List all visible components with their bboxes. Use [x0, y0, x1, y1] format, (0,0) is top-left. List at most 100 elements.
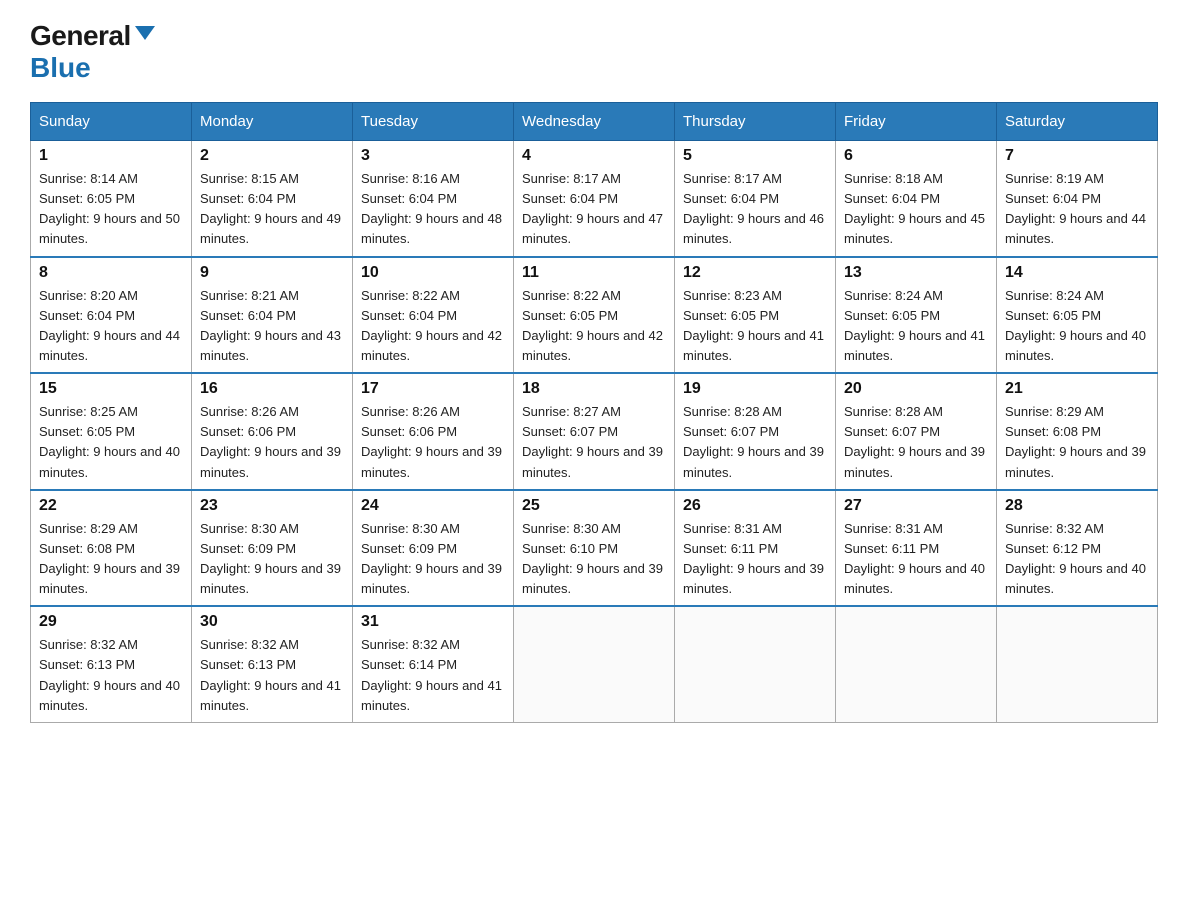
calendar-day-cell: 23 Sunrise: 8:30 AMSunset: 6:09 PMDaylig…: [192, 490, 353, 607]
calendar-day-cell: 22 Sunrise: 8:29 AMSunset: 6:08 PMDaylig…: [31, 490, 192, 607]
weekday-header-monday: Monday: [192, 103, 353, 141]
calendar-day-cell: [836, 606, 997, 722]
day-number: 8: [39, 264, 183, 282]
calendar-day-cell: 9 Sunrise: 8:21 AMSunset: 6:04 PMDayligh…: [192, 257, 353, 374]
calendar-week-row: 15 Sunrise: 8:25 AMSunset: 6:05 PMDaylig…: [31, 373, 1158, 490]
calendar-table: SundayMondayTuesdayWednesdayThursdayFrid…: [30, 102, 1158, 723]
day-info: Sunrise: 8:25 AMSunset: 6:05 PMDaylight:…: [39, 404, 180, 479]
day-number: 4: [522, 147, 666, 165]
weekday-header-saturday: Saturday: [997, 103, 1158, 141]
day-number: 5: [683, 147, 827, 165]
calendar-day-cell: 3 Sunrise: 8:16 AMSunset: 6:04 PMDayligh…: [353, 141, 514, 257]
weekday-header-sunday: Sunday: [31, 103, 192, 141]
day-info: Sunrise: 8:32 AMSunset: 6:12 PMDaylight:…: [1005, 521, 1146, 596]
calendar-day-cell: 27 Sunrise: 8:31 AMSunset: 6:11 PMDaylig…: [836, 490, 997, 607]
day-info: Sunrise: 8:22 AMSunset: 6:05 PMDaylight:…: [522, 288, 663, 363]
day-info: Sunrise: 8:32 AMSunset: 6:14 PMDaylight:…: [361, 637, 502, 712]
weekday-header-tuesday: Tuesday: [353, 103, 514, 141]
day-number: 25: [522, 497, 666, 515]
calendar-day-cell: 24 Sunrise: 8:30 AMSunset: 6:09 PMDaylig…: [353, 490, 514, 607]
day-info: Sunrise: 8:16 AMSunset: 6:04 PMDaylight:…: [361, 171, 502, 246]
calendar-day-cell: [514, 606, 675, 722]
day-number: 9: [200, 264, 344, 282]
day-number: 16: [200, 380, 344, 398]
day-info: Sunrise: 8:22 AMSunset: 6:04 PMDaylight:…: [361, 288, 502, 363]
calendar-day-cell: 4 Sunrise: 8:17 AMSunset: 6:04 PMDayligh…: [514, 141, 675, 257]
calendar-day-cell: 21 Sunrise: 8:29 AMSunset: 6:08 PMDaylig…: [997, 373, 1158, 490]
day-number: 11: [522, 264, 666, 282]
day-number: 26: [683, 497, 827, 515]
calendar-day-cell: 6 Sunrise: 8:18 AMSunset: 6:04 PMDayligh…: [836, 141, 997, 257]
logo-general-text: General: [30, 20, 131, 52]
weekday-header-wednesday: Wednesday: [514, 103, 675, 141]
calendar-day-cell: [997, 606, 1158, 722]
day-number: 20: [844, 380, 988, 398]
calendar-day-cell: 20 Sunrise: 8:28 AMSunset: 6:07 PMDaylig…: [836, 373, 997, 490]
day-info: Sunrise: 8:29 AMSunset: 6:08 PMDaylight:…: [1005, 404, 1146, 479]
day-info: Sunrise: 8:29 AMSunset: 6:08 PMDaylight:…: [39, 521, 180, 596]
day-info: Sunrise: 8:21 AMSunset: 6:04 PMDaylight:…: [200, 288, 341, 363]
weekday-header-friday: Friday: [836, 103, 997, 141]
calendar-day-cell: 1 Sunrise: 8:14 AMSunset: 6:05 PMDayligh…: [31, 141, 192, 257]
day-info: Sunrise: 8:18 AMSunset: 6:04 PMDaylight:…: [844, 171, 985, 246]
day-number: 18: [522, 380, 666, 398]
page-header: General Blue: [30, 20, 1158, 84]
calendar-day-cell: 10 Sunrise: 8:22 AMSunset: 6:04 PMDaylig…: [353, 257, 514, 374]
day-number: 17: [361, 380, 505, 398]
calendar-day-cell: 17 Sunrise: 8:26 AMSunset: 6:06 PMDaylig…: [353, 373, 514, 490]
day-number: 6: [844, 147, 988, 165]
day-number: 10: [361, 264, 505, 282]
calendar-day-cell: 19 Sunrise: 8:28 AMSunset: 6:07 PMDaylig…: [675, 373, 836, 490]
day-info: Sunrise: 8:14 AMSunset: 6:05 PMDaylight:…: [39, 171, 180, 246]
logo-triangle-icon: [135, 26, 155, 40]
day-number: 14: [1005, 264, 1149, 282]
calendar-day-cell: 16 Sunrise: 8:26 AMSunset: 6:06 PMDaylig…: [192, 373, 353, 490]
day-info: Sunrise: 8:15 AMSunset: 6:04 PMDaylight:…: [200, 171, 341, 246]
day-number: 12: [683, 264, 827, 282]
day-info: Sunrise: 8:31 AMSunset: 6:11 PMDaylight:…: [844, 521, 985, 596]
calendar-day-cell: 31 Sunrise: 8:32 AMSunset: 6:14 PMDaylig…: [353, 606, 514, 722]
day-number: 29: [39, 613, 183, 631]
calendar-day-cell: 2 Sunrise: 8:15 AMSunset: 6:04 PMDayligh…: [192, 141, 353, 257]
day-number: 24: [361, 497, 505, 515]
day-info: Sunrise: 8:24 AMSunset: 6:05 PMDaylight:…: [1005, 288, 1146, 363]
calendar-day-cell: [675, 606, 836, 722]
calendar-week-row: 1 Sunrise: 8:14 AMSunset: 6:05 PMDayligh…: [31, 141, 1158, 257]
day-info: Sunrise: 8:24 AMSunset: 6:05 PMDaylight:…: [844, 288, 985, 363]
calendar-day-cell: 25 Sunrise: 8:30 AMSunset: 6:10 PMDaylig…: [514, 490, 675, 607]
day-info: Sunrise: 8:28 AMSunset: 6:07 PMDaylight:…: [683, 404, 824, 479]
day-number: 19: [683, 380, 827, 398]
calendar-day-cell: 11 Sunrise: 8:22 AMSunset: 6:05 PMDaylig…: [514, 257, 675, 374]
day-number: 3: [361, 147, 505, 165]
day-info: Sunrise: 8:17 AMSunset: 6:04 PMDaylight:…: [522, 171, 663, 246]
day-number: 28: [1005, 497, 1149, 515]
day-info: Sunrise: 8:32 AMSunset: 6:13 PMDaylight:…: [39, 637, 180, 712]
day-info: Sunrise: 8:30 AMSunset: 6:10 PMDaylight:…: [522, 521, 663, 596]
weekday-header-row: SundayMondayTuesdayWednesdayThursdayFrid…: [31, 103, 1158, 141]
calendar-week-row: 8 Sunrise: 8:20 AMSunset: 6:04 PMDayligh…: [31, 257, 1158, 374]
day-info: Sunrise: 8:23 AMSunset: 6:05 PMDaylight:…: [683, 288, 824, 363]
day-info: Sunrise: 8:32 AMSunset: 6:13 PMDaylight:…: [200, 637, 341, 712]
calendar-day-cell: 8 Sunrise: 8:20 AMSunset: 6:04 PMDayligh…: [31, 257, 192, 374]
calendar-day-cell: 28 Sunrise: 8:32 AMSunset: 6:12 PMDaylig…: [997, 490, 1158, 607]
day-info: Sunrise: 8:26 AMSunset: 6:06 PMDaylight:…: [200, 404, 341, 479]
calendar-day-cell: 14 Sunrise: 8:24 AMSunset: 6:05 PMDaylig…: [997, 257, 1158, 374]
day-number: 27: [844, 497, 988, 515]
day-info: Sunrise: 8:30 AMSunset: 6:09 PMDaylight:…: [361, 521, 502, 596]
day-number: 15: [39, 380, 183, 398]
calendar-week-row: 22 Sunrise: 8:29 AMSunset: 6:08 PMDaylig…: [31, 490, 1158, 607]
calendar-day-cell: 26 Sunrise: 8:31 AMSunset: 6:11 PMDaylig…: [675, 490, 836, 607]
day-info: Sunrise: 8:27 AMSunset: 6:07 PMDaylight:…: [522, 404, 663, 479]
weekday-header-thursday: Thursday: [675, 103, 836, 141]
calendar-day-cell: 29 Sunrise: 8:32 AMSunset: 6:13 PMDaylig…: [31, 606, 192, 722]
day-number: 7: [1005, 147, 1149, 165]
calendar-week-row: 29 Sunrise: 8:32 AMSunset: 6:13 PMDaylig…: [31, 606, 1158, 722]
day-number: 23: [200, 497, 344, 515]
day-number: 1: [39, 147, 183, 165]
day-number: 22: [39, 497, 183, 515]
day-number: 2: [200, 147, 344, 165]
calendar-day-cell: 30 Sunrise: 8:32 AMSunset: 6:13 PMDaylig…: [192, 606, 353, 722]
day-number: 13: [844, 264, 988, 282]
logo-blue-text: Blue: [30, 52, 91, 84]
day-number: 21: [1005, 380, 1149, 398]
